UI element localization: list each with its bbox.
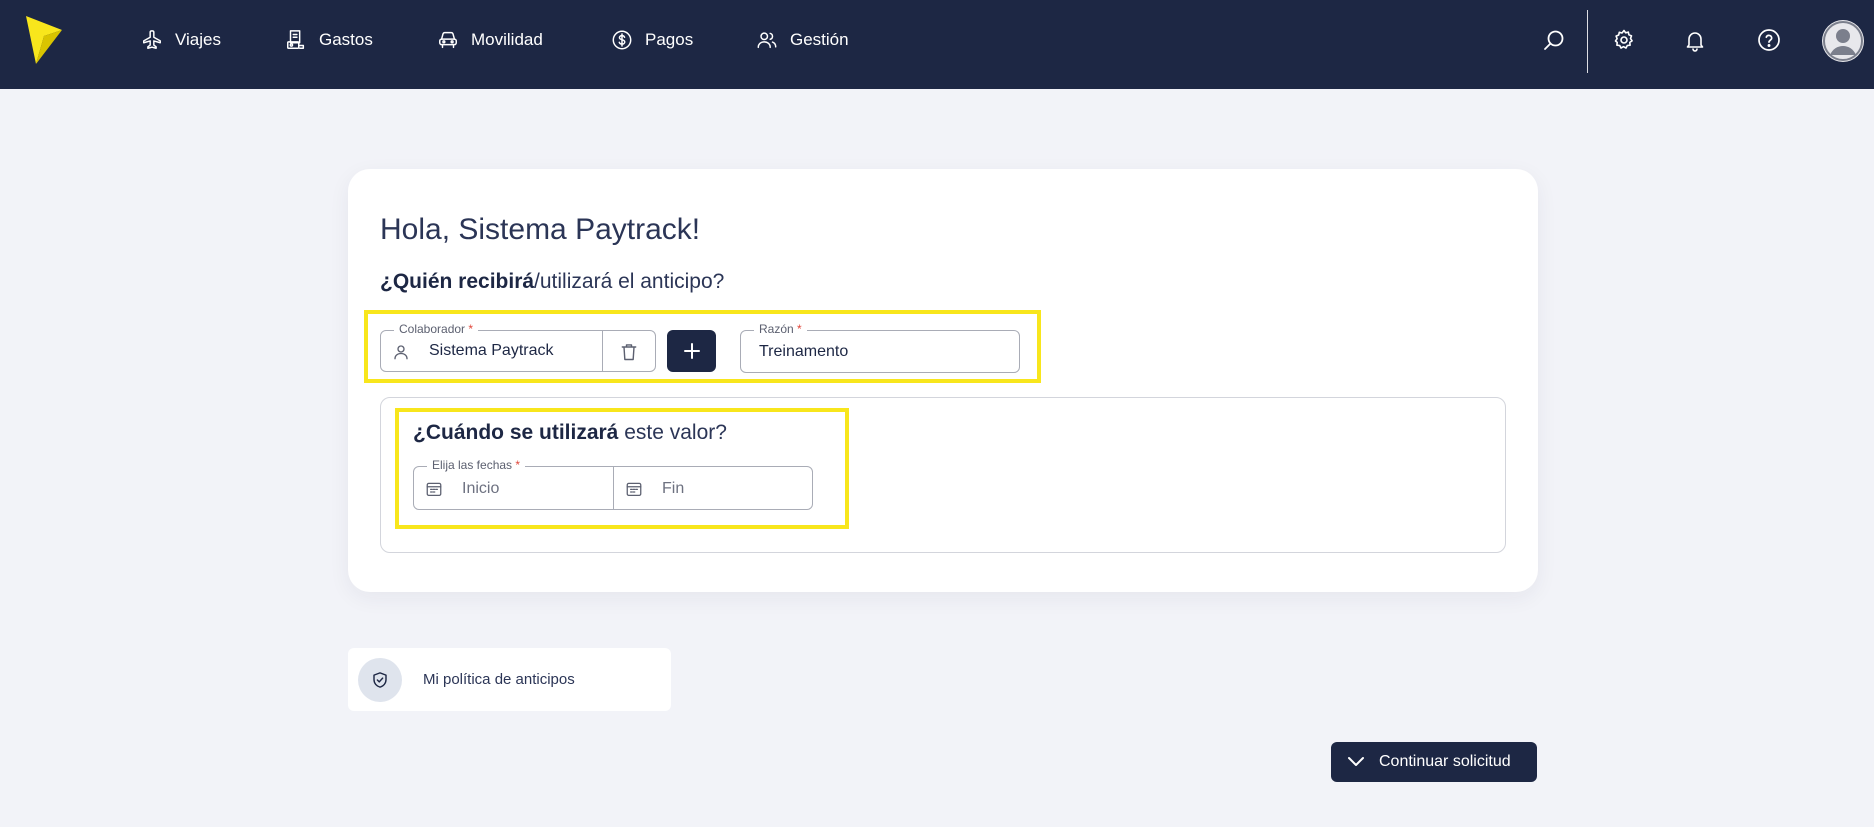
nav-gestion[interactable]: Gestión <box>756 25 849 55</box>
who-question: ¿Quién recibirá/utilizará el anticipo? <box>380 270 724 294</box>
end-date-field[interactable]: Fin <box>613 466 813 510</box>
dollar-circle-icon <box>612 30 632 50</box>
calendar-icon <box>626 482 642 497</box>
nav-movilidad[interactable]: Movilidad <box>437 25 543 55</box>
receipt-icon <box>287 30 305 49</box>
advance-policy-link[interactable]: Mi política de anticipos <box>348 648 671 711</box>
nav-pagos-label: Pagos <box>645 30 694 49</box>
nav-gastos-label: Gastos <box>319 30 373 49</box>
continue-request-button[interactable]: Continuar solicitud <box>1331 742 1537 782</box>
top-navbar: Viajes Gastos Movilidad Pagos Gestión <box>0 0 1874 89</box>
when-question: ¿Cuándo se utilizará este valor? <box>413 421 727 445</box>
who-question-bold: ¿Quién recibirá <box>380 270 535 293</box>
chevron-down-icon <box>1348 757 1364 766</box>
user-avatar-icon <box>1823 21 1863 61</box>
airplane-icon <box>143 30 161 49</box>
collaborator-value: Sistema Paytrack <box>429 342 554 359</box>
paytrack-logo[interactable] <box>26 16 62 64</box>
nav-viajes[interactable]: Viajes <box>141 25 221 55</box>
plus-icon <box>683 343 700 359</box>
reason-label: Razón * <box>754 322 807 336</box>
page-title: Hola, Sistema Paytrack! <box>380 213 701 246</box>
help-icon <box>1758 29 1780 51</box>
navbar-divider <box>1587 10 1588 73</box>
when-question-rest: este valor? <box>618 421 727 444</box>
when-question-bold: ¿Cuándo se utilizará <box>413 421 619 444</box>
continue-request-label: Continuar solicitud <box>1379 753 1511 770</box>
calendar-icon <box>426 482 442 497</box>
collaborator-field[interactable]: Colaborador * Sistema Paytrack <box>380 322 603 372</box>
bell-icon <box>1686 32 1704 52</box>
nav-gastos[interactable]: Gastos <box>285 25 373 55</box>
gear-icon <box>1614 29 1633 49</box>
end-date-placeholder: Fin <box>662 480 685 497</box>
collaborator-label: Colaborador * <box>394 322 479 336</box>
nav-pagos[interactable]: Pagos <box>611 25 693 55</box>
shield-check-icon <box>373 672 387 688</box>
help-button[interactable] <box>1753 24 1785 56</box>
user-icon <box>394 345 408 360</box>
start-date-field[interactable]: Elija las fechas * Inicio <box>413 458 614 510</box>
car-icon <box>439 31 457 49</box>
add-collaborator-button[interactable] <box>667 330 716 372</box>
delete-collaborator-button[interactable] <box>602 330 656 372</box>
start-date-placeholder: Inicio <box>462 480 500 497</box>
search-icon <box>1544 30 1564 50</box>
avatar[interactable] <box>1822 20 1864 62</box>
users-icon <box>757 32 777 49</box>
who-question-rest: /utilizará el anticipo? <box>534 270 725 293</box>
nav-gestion-label: Gestión <box>790 30 849 49</box>
nav-movilidad-label: Movilidad <box>471 30 543 49</box>
reason-value: Treinamento <box>759 343 849 360</box>
policy-icon-circle <box>358 658 402 702</box>
search-button[interactable] <box>1538 24 1570 56</box>
trash-icon <box>621 344 637 361</box>
policy-label: Mi política de anticipos <box>423 671 575 688</box>
notifications-button[interactable] <box>1679 24 1711 56</box>
settings-button[interactable] <box>1608 24 1640 56</box>
reason-field[interactable]: Razón * Treinamento <box>740 322 1020 373</box>
dates-label: Elija las fechas * <box>427 458 526 472</box>
nav-viajes-label: Viajes <box>175 30 221 49</box>
